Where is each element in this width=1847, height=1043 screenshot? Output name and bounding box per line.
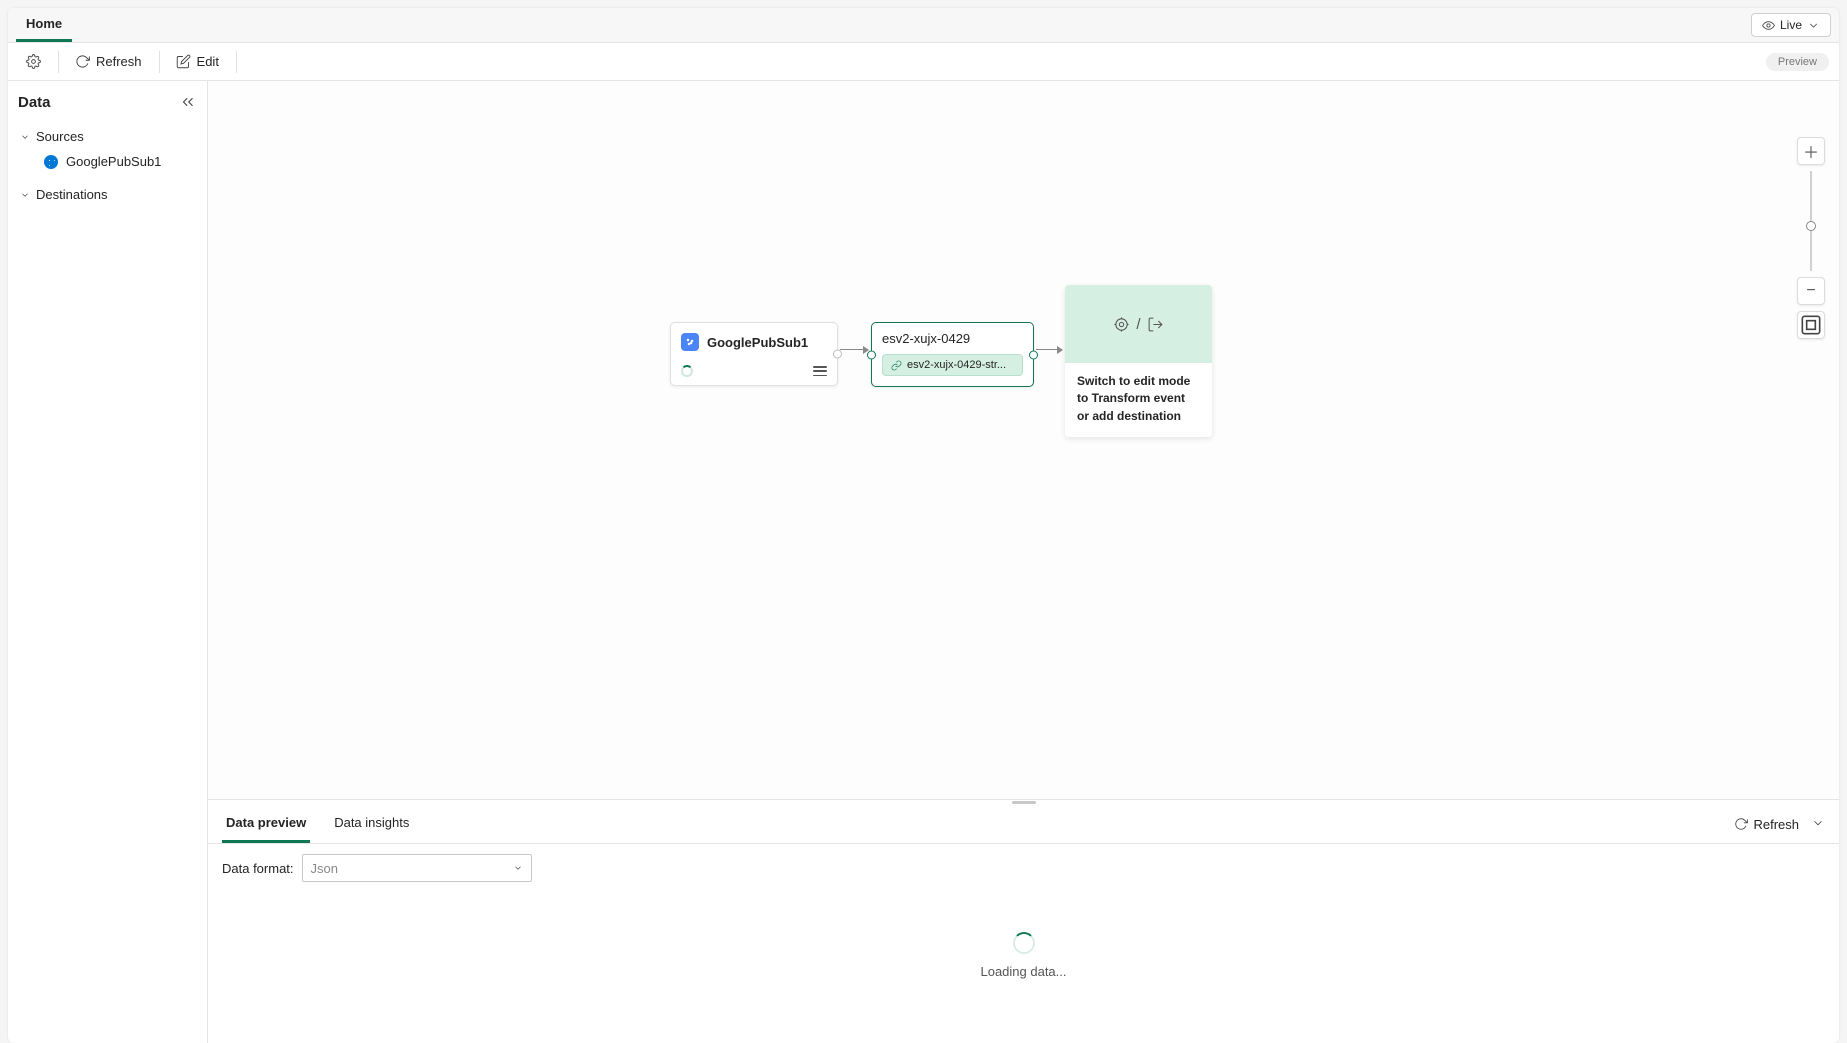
- data-format-label: Data format:: [222, 861, 294, 876]
- transform-icon: [1113, 316, 1130, 333]
- node-stream[interactable]: esv2-xujx-0429 esv2-xujx-0429-str...: [871, 322, 1034, 387]
- loading-spinner-icon: [681, 365, 693, 377]
- hint-text: Switch to edit mode to Transform event o…: [1065, 363, 1212, 437]
- chevron-down-icon: [20, 132, 30, 142]
- gear-icon: [26, 54, 41, 69]
- live-toggle[interactable]: Live: [1751, 13, 1831, 37]
- fit-to-screen-button[interactable]: [1797, 311, 1825, 339]
- output-icon: [1147, 316, 1164, 333]
- node-title: esv2-xujx-0429: [872, 323, 1033, 350]
- node-hint[interactable]: / Switch to edit mode to Transform event…: [1065, 285, 1212, 437]
- preview-badge: Preview: [1766, 53, 1829, 71]
- zoom-in-button[interactable]: ＋: [1797, 137, 1825, 165]
- settings-button[interactable]: [18, 49, 50, 74]
- collapse-panel-button[interactable]: [1811, 816, 1825, 833]
- collapse-sidebar-button[interactable]: [179, 93, 197, 111]
- output-port[interactable]: [833, 350, 842, 359]
- toolbar: Refresh Edit Preview: [8, 43, 1839, 81]
- sidebar-title: Data: [18, 94, 51, 111]
- preview-refresh-button[interactable]: Refresh: [1734, 817, 1799, 832]
- edge: [840, 349, 868, 350]
- details-icon[interactable]: [813, 366, 827, 376]
- node-title: GooglePubSub1: [707, 335, 808, 350]
- output-port[interactable]: [1029, 350, 1038, 359]
- chevron-down-icon: [20, 190, 30, 200]
- refresh-icon: [75, 54, 90, 69]
- tab-data-preview[interactable]: Data preview: [222, 805, 310, 843]
- refresh-button[interactable]: Refresh: [67, 49, 151, 74]
- fit-icon: [1798, 312, 1824, 338]
- pubsub-icon: [681, 333, 699, 351]
- stream-pill[interactable]: esv2-xujx-0429-str...: [882, 354, 1023, 376]
- edge: [1036, 349, 1062, 350]
- preview-panel: Data preview Data insights Refresh: [208, 805, 1839, 1043]
- top-tab-bar: Home Live: [8, 8, 1839, 43]
- zoom-out-button[interactable]: −: [1797, 277, 1825, 305]
- canvas[interactable]: ＋ − GooglePubSub1: [208, 81, 1839, 799]
- zoom-slider[interactable]: [1810, 171, 1812, 271]
- chevron-down-icon: [1811, 816, 1825, 830]
- sidebar: Data Sources GooglePubSub1 Destinat: [8, 81, 208, 1043]
- tab-home[interactable]: Home: [16, 8, 72, 42]
- link-icon: [891, 360, 902, 371]
- tree-item-googlepubsub1[interactable]: GooglePubSub1: [18, 148, 197, 175]
- loading-text: Loading data...: [980, 964, 1066, 979]
- tab-data-insights[interactable]: Data insights: [330, 805, 413, 843]
- edit-icon: [176, 54, 191, 69]
- loading-spinner-icon: [1013, 932, 1035, 954]
- chevron-double-left-icon: [179, 93, 197, 111]
- edit-button[interactable]: Edit: [168, 49, 228, 74]
- tree-destinations-header[interactable]: Destinations: [18, 183, 197, 206]
- node-source-googlepubsub1[interactable]: GooglePubSub1: [670, 322, 838, 386]
- zoom-controls: ＋ −: [1797, 137, 1825, 339]
- eye-icon: [1762, 19, 1775, 32]
- chevron-down-icon: [513, 863, 523, 873]
- chevron-down-icon: [1807, 19, 1820, 32]
- tree-sources-header[interactable]: Sources: [18, 125, 197, 148]
- slash-icon: /: [1136, 316, 1140, 333]
- input-port[interactable]: [867, 350, 876, 359]
- pubsub-icon: [44, 155, 58, 169]
- refresh-icon: [1734, 817, 1748, 831]
- data-format-select[interactable]: Json: [302, 854, 532, 882]
